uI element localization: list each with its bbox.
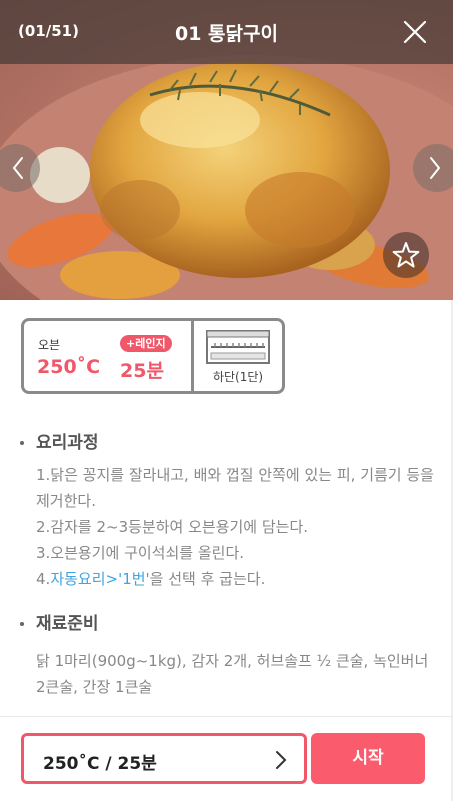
ingredients-text: 닭 1마리(900g~1kg), 감자 2개, 허브솔프 ½ 큰술, 녹인버너 …	[36, 652, 429, 696]
oven-rack-icon	[206, 330, 270, 364]
auto-cook-link[interactable]: 자동요리>'1번'	[50, 570, 149, 588]
range-badge: +레인지	[120, 335, 172, 352]
page-title: 01 통닭구이	[175, 23, 278, 45]
rack-panel: 하단(1단)	[194, 321, 282, 391]
close-button[interactable]	[403, 20, 427, 44]
close-icon	[403, 20, 427, 44]
step-suffix: 을 선택 후 굽는다.	[149, 570, 266, 588]
ingredients-heading: 재료준비	[20, 609, 99, 634]
step-item: 4.자동요리>'1번'을 선택 후 굽는다.	[36, 566, 436, 592]
process-steps: 1.닭은 꽁지를 잘라내고, 배와 껍질 안쪽에 있는 피, 기름기 등을 제거…	[36, 462, 436, 592]
chevron-right-icon	[276, 751, 287, 769]
bullet-icon	[20, 622, 24, 626]
step-item: 2.감자를 2~3등분하여 오븐용기에 담는다.	[36, 518, 309, 536]
ingredients-heading-text: 재료준비	[36, 614, 99, 634]
cooking-settings-card: 오븐 250˚C +레인지 25분 하단(1단)	[21, 318, 285, 394]
rack-level-label: 하단(1단)	[212, 370, 264, 384]
footer-divider	[0, 716, 453, 717]
step-item: 3.오븐용기에 구이석쇠를 올린다.	[36, 544, 245, 562]
preset-selector[interactable]: 250˚C / 25분	[21, 733, 307, 784]
next-recipe-button[interactable]	[413, 144, 453, 192]
process-heading: 요리과정	[20, 428, 99, 453]
chevron-left-icon	[12, 157, 23, 179]
favorite-button[interactable]	[383, 232, 429, 278]
recipe-photo: (01/51) 01 통닭구이	[0, 0, 453, 300]
star-icon	[392, 242, 420, 268]
mode-label: 오븐	[38, 338, 61, 352]
preset-value: 250˚C / 25분	[43, 754, 157, 774]
step-prefix: 4.	[36, 570, 51, 588]
mode-panel: 오븐 250˚C +레인지 25분	[24, 321, 194, 391]
step-item: 1.닭은 꽁지를 잘라내고, 배와 껍질 안쪽에 있는 피, 기름기 등을 제거…	[36, 466, 434, 510]
header-bar: (01/51) 01 통닭구이	[0, 0, 453, 64]
bullet-icon	[20, 441, 24, 445]
start-button[interactable]: 시작	[311, 733, 425, 784]
process-heading-text: 요리과정	[36, 433, 99, 453]
previous-recipe-button[interactable]	[0, 144, 40, 192]
time-value: 25분	[120, 360, 164, 382]
temperature-value: 250˚C	[37, 356, 101, 378]
chevron-right-icon	[430, 157, 441, 179]
